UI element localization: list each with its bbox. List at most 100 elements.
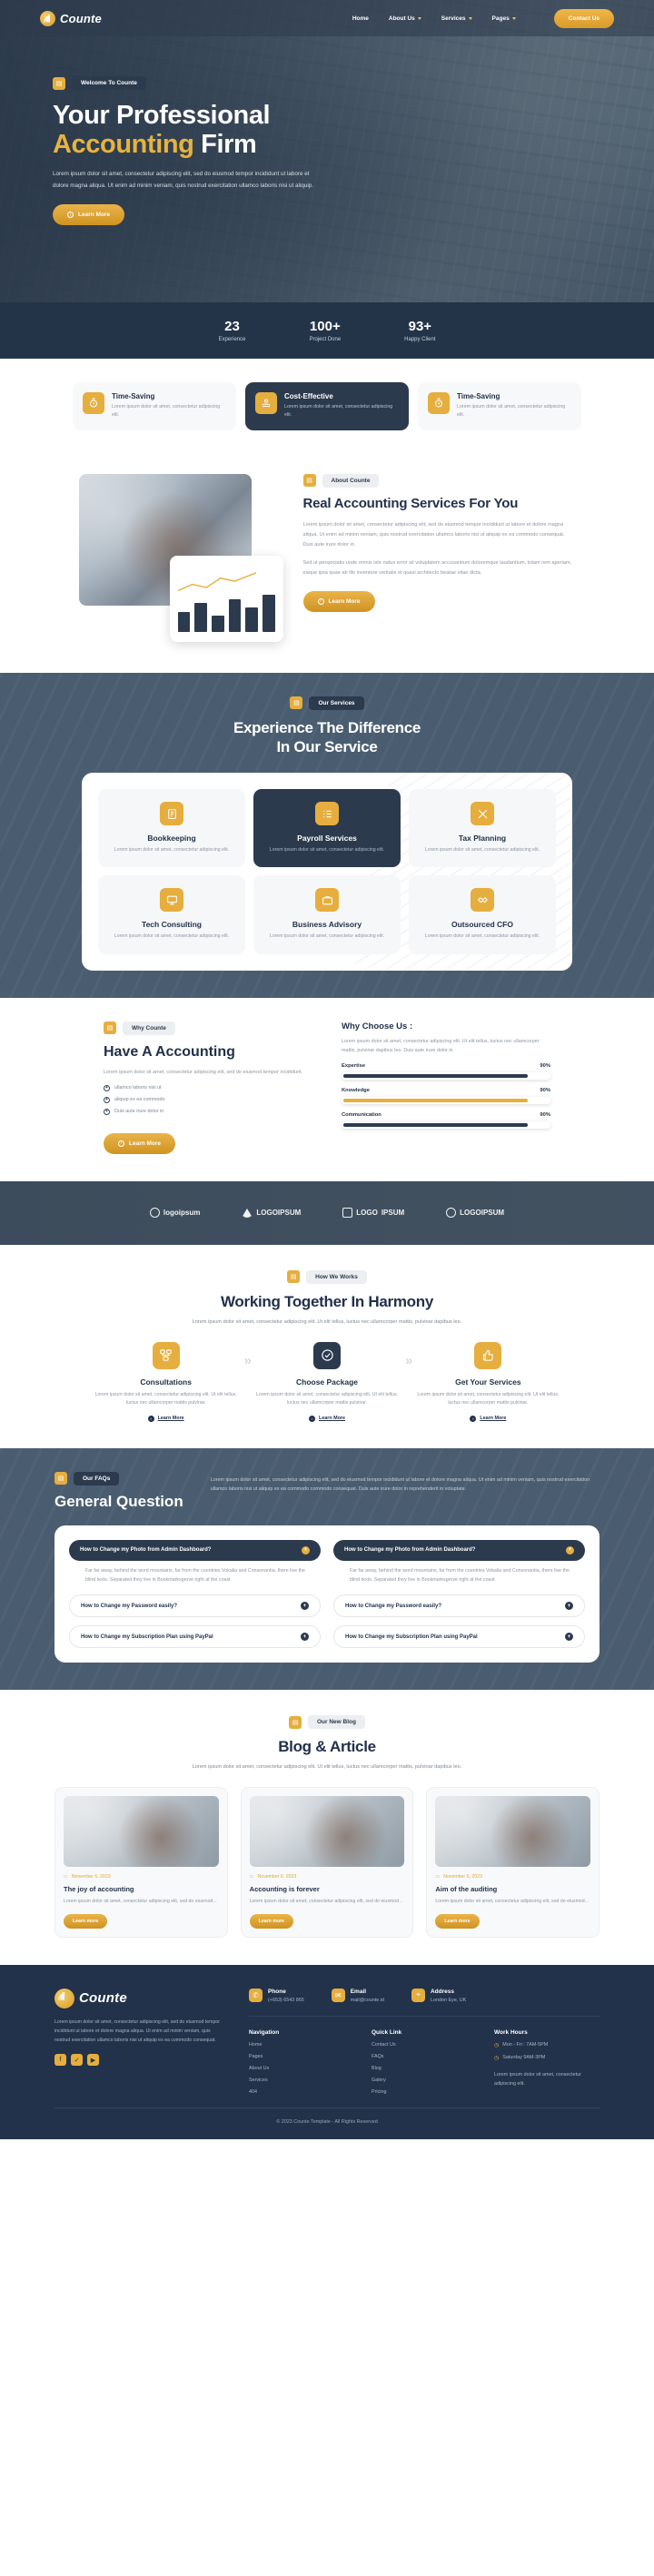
services-section: ▤ Our Services Experience The Difference… [0,672,654,998]
footer-link[interactable]: Services [249,2078,344,2083]
stat-number: 100+ [309,319,341,334]
service-card-business-advisory[interactable]: Business Advisory Lorem ipsum dolor sit … [253,875,401,954]
phone-icon: ✆ [249,1988,263,2002]
step-title: Consultations [140,1377,192,1387]
feature-card[interactable]: Time-Saving Lorem ipsum dolor sit amet, … [418,382,581,430]
faq-question-button[interactable]: How to Change my Subscription Plan using… [333,1625,585,1649]
nav-item-pages[interactable]: Pages [492,15,516,22]
network-icon [152,1341,180,1369]
faq-badge: ▤ Our FAQs [54,1471,183,1485]
twitter-icon[interactable]: ✓ [71,2054,83,2067]
blog-learn-more-button[interactable]: Learn more [64,1913,108,1929]
faq-section: ▤ Our FAQs General Question Lorem ipsum … [0,1447,654,1691]
feature-title: Time-Saving [457,392,500,400]
blog-post-excerpt: Lorem ipsum dolor sit amet, consectetur … [435,1899,590,1905]
blog-subtitle: Lorem ipsum dolor sit amet, consectetur … [192,1764,462,1771]
hand-coin-icon [255,392,277,414]
why-learn-more-button[interactable]: › Learn More [104,1132,176,1154]
feature-card[interactable]: Cost-Effective Lorem ipsum dolor sit ame… [245,382,409,430]
calculator-icon: ▤ [287,1270,301,1284]
footer-link[interactable]: Pricing [372,2089,467,2095]
how-badge: ▤ How We Works [0,1269,654,1284]
service-title: Tax Planning [458,834,507,844]
faq-question-button[interactable]: How to Change my Subscription Plan using… [69,1625,321,1649]
main-nav: Home About Us Services Pages Contact Us [352,8,614,28]
clock-icon: ◷ [494,2042,500,2048]
footer-link[interactable]: 404 [249,2089,344,2095]
about-badge-label: About Counte [322,473,380,488]
footer-link[interactable]: FAQs [372,2054,467,2059]
step-learn-more-link[interactable]: › Learn More [308,1415,345,1422]
services-badge: ▤ Our Services [0,696,654,710]
chevron-right-icon: » [243,1352,253,1368]
nav-item-services[interactable]: Services [441,15,472,22]
footer-socials: f ✓ ▶ [54,2054,227,2067]
contact-us-button[interactable]: Contact Us [553,8,614,28]
feature-card[interactable]: Time-Saving Lorem ipsum dolor sit amet, … [73,382,236,430]
monitor-icon [160,888,183,913]
skill-communication: Communication 90% [342,1112,550,1130]
check-circle-icon: ✦ [104,1096,110,1103]
service-card-tax-planning[interactable]: Tax Planning Lorem ipsum dolor sit amet,… [409,789,556,868]
footer-link[interactable]: Pages [249,2054,344,2059]
skill-value: 90% [540,1063,550,1070]
faq-question-button[interactable]: How to Change my Photo from Admin Dashbo… [333,1539,585,1561]
step-learn-more-link[interactable]: › Learn More [470,1415,506,1422]
footer-logo-text: Counte [79,1990,127,2007]
how-title: Working Together In Harmony [220,1292,433,1310]
blog-learn-more-button[interactable]: Learn more [435,1913,480,1929]
why-left: ▤ Why Counte Have A Accounting Lorem ips… [104,1021,322,1154]
arrow-circle-icon: › [147,1415,154,1422]
site-logo[interactable]: Counte [40,10,102,26]
service-title: Outsourced CFO [451,920,513,930]
hero-learn-more-button[interactable]: › Learn More [53,204,125,226]
faq-question-button[interactable]: How to Change my Password easily? + [333,1594,585,1618]
footer-contacts: ✆ Phone (+653) 6543 865 ✉ Email mail@count… [249,1988,600,2017]
footer-col-navigation: Navigation Home Pages About Us Services … [249,2029,344,2095]
step-desc: Lorem ipsum dolor sit amet, consectetur … [417,1391,560,1406]
facebook-icon[interactable]: f [54,2054,66,2067]
calendar-icon: ▭ [249,1874,254,1880]
partner-logos: logoipsum LOGOIPSUM LOGO IPSUM LOGOIPSUM [0,1180,654,1245]
faq-question-button[interactable]: How to Change my Photo from Admin Dashbo… [69,1539,321,1561]
faq-heading: ▤ Our FAQs General Question Lorem ipsum … [54,1471,600,1511]
service-card-bookkeeping[interactable]: Bookkeeping Lorem ipsum dolor sit amet, … [98,789,245,868]
footer-link[interactable]: Home [249,2042,344,2048]
blog-date: ▭ November 6, 2023 [64,1874,111,1880]
feature-title: Cost-Effective [284,392,333,400]
blog-post-card[interactable]: ▭ November 6, 2023 Accounting is forever … [240,1787,414,1938]
about-learn-more-button[interactable]: › Learn More [302,590,375,612]
service-card-tech-consulting[interactable]: Tech Consulting Lorem ipsum dolor sit am… [98,875,245,954]
service-card-payroll-services[interactable]: Payroll Services Lorem ipsum dolor sit a… [253,789,401,868]
about-section: ▤ About Counte Real Accounting Services … [0,454,654,673]
why-badge-label: Why Counte [123,1021,175,1035]
blog-badge: ▤ Our New Blog [0,1715,654,1730]
nav-item-home[interactable]: Home [352,15,369,22]
footer-brand: Counte Lorem ipsum dolor sit amet, conse… [54,1988,227,2095]
blog-post-card[interactable]: ▭ November 6, 2023 Aim of the auditing Lo… [426,1787,600,1938]
service-card-outsourced-cfo[interactable]: Outsourced CFO Lorem ipsum dolor sit ame… [409,875,556,954]
footer-top: Counte Lorem ipsum dolor sit amet, conse… [54,1988,600,2095]
skill-label: Expertise [342,1063,366,1070]
progress-bar [342,1121,550,1130]
stopwatch-icon [428,392,450,414]
footer-logo[interactable]: Counte [54,1988,227,2008]
blog-learn-more-button[interactable]: Learn more [249,1913,293,1929]
services-heading: ▤ Our Services Experience The Difference… [0,696,654,757]
youtube-icon[interactable]: ▶ [87,2054,99,2067]
footer-link[interactable]: Galery [372,2078,467,2083]
blog-post-card[interactable]: ▭ November 6, 2023 The joy of accounting … [54,1787,228,1938]
stopwatch-icon [83,392,104,414]
nav-item-about-us[interactable]: About Us [389,15,421,22]
footer-link[interactable]: About Us [249,2066,344,2071]
footer-link[interactable]: Contact Us [372,2042,467,2048]
footer-link[interactable]: Blog [372,2066,467,2071]
checklist-icon [315,802,339,826]
skill-value: 90% [540,1112,550,1119]
thumbs-up-icon [474,1341,502,1369]
step-learn-more-link[interactable]: › Learn More [147,1415,184,1422]
faq-question-button[interactable]: How to Change my Password easily? + [69,1594,321,1618]
arrow-circle-icon: › [308,1415,315,1422]
faq-grid: How to Change my Photo from Admin Dashbo… [54,1525,600,1663]
top-navbar: Counte Home About Us Services Pages Cont… [0,0,654,36]
